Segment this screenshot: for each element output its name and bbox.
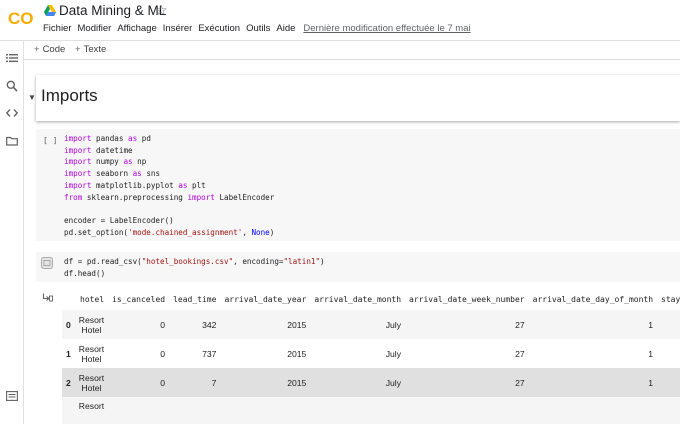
notebook-title[interactable]: Data Mining & ML	[59, 3, 166, 18]
collapse-section-icon[interactable]: ▼	[28, 93, 36, 102]
cell-lead-time: 737	[202, 348, 217, 359]
cell-month: July	[310, 368, 406, 397]
menu-insert[interactable]: Insérer	[163, 23, 193, 37]
code-line: from sklearn.preprocessing import LabelE…	[64, 192, 275, 202]
cell-year: 2015	[287, 348, 307, 359]
code-line: df = pd.read_csv("hotel_bookings.csv", e…	[64, 257, 325, 266]
colab-logo[interactable]: CO	[8, 8, 36, 28]
table-header-row: hotel is_canceled lead_time arrival_date…	[62, 288, 680, 310]
code-line: import seaborn as sns	[64, 169, 161, 179]
cell-hotel: Resort	[74, 397, 109, 424]
menu-help[interactable]: Aide	[276, 23, 295, 37]
menu-edit[interactable]: Modifier	[78, 23, 112, 37]
cell-day: 1	[648, 348, 654, 359]
code-snippets-icon[interactable]	[6, 107, 18, 119]
cell-hotel: Resort Hotel	[74, 368, 109, 397]
search-icon[interactable]	[6, 80, 18, 92]
run-cell-button[interactable]: [ ]	[43, 136, 57, 145]
folder-icon[interactable]	[6, 135, 18, 147]
left-rail	[0, 41, 24, 424]
code-line: import datetime	[64, 145, 133, 155]
menu-bar: Fichier Modifier Affichage Insérer Exécu…	[43, 23, 471, 37]
cell-hotel: Resort Hotel	[78, 343, 105, 364]
dataframe-output: hotel is_canceled lead_time arrival_date…	[62, 288, 680, 424]
cell-lead-time: 342	[169, 310, 221, 339]
table-row: Resort	[62, 397, 680, 424]
row-index: 2	[62, 368, 75, 397]
menu-view[interactable]: Affichage	[117, 23, 156, 37]
row-index: 1	[66, 348, 71, 359]
code-cell-imports[interactable]: [ ] import pandas as pd import datetime im…	[36, 129, 680, 241]
cell-year: 2015	[220, 310, 311, 339]
add-code-label: Code	[42, 44, 66, 55]
menu-tools[interactable]: Outils	[246, 23, 270, 37]
section-heading: Imports	[41, 86, 98, 105]
cell-year: 2015	[220, 368, 311, 397]
text-cell-imports[interactable]: Imports	[36, 75, 680, 121]
output-menu-icon[interactable]	[42, 293, 53, 303]
code-editor[interactable]: import pandas as pd import datetime import…	[64, 133, 274, 238]
cell-is-canceled: 0	[160, 348, 166, 359]
cell-day: 1	[528, 310, 658, 339]
cell-week: 27	[405, 310, 529, 339]
column-header: arrival_date_week_number	[409, 294, 525, 304]
notebook-content[interactable]: ▼ Imports [ ] import pandas as pd import …	[25, 61, 680, 424]
toolbar: + Code + Texte	[0, 40, 680, 60]
cell-month: July	[385, 348, 402, 359]
column-header: arrival_date_month	[314, 294, 402, 304]
logo-text: CO	[8, 9, 34, 28]
code-line: import numpy as np	[64, 157, 147, 167]
add-text-label: Texte	[83, 44, 107, 55]
code-line: pd.set_option('mode.chained_assignment',…	[64, 227, 275, 237]
code-line: import pandas as pd	[64, 134, 151, 143]
add-code-button[interactable]: + Code	[34, 44, 65, 55]
terminal-icon[interactable]	[6, 391, 18, 401]
cell-hotel: Resort Hotel	[74, 310, 109, 339]
add-text-button[interactable]: + Texte	[75, 44, 106, 55]
cell-is-canceled: 0	[108, 310, 170, 339]
drive-icon[interactable]	[44, 5, 56, 16]
column-header: lead_time	[173, 294, 217, 304]
last-edit-link[interactable]: Dernière modification effectuée le 7 mai	[303, 23, 470, 37]
run-cell-icon[interactable]	[41, 257, 53, 269]
table-row: 0 Resort Hotel 0 342 2015 July 27 1	[62, 310, 680, 339]
header: CO Data Mining & ML ☆ Fichier Modifier A…	[0, 0, 680, 40]
column-header: is_canceled	[112, 294, 166, 304]
cell-month: July	[310, 310, 406, 339]
code-line: import matplotlib.pyplot as plt	[64, 180, 206, 190]
menu-runtime[interactable]: Exécution	[198, 23, 240, 37]
plus-icon: +	[34, 44, 40, 55]
code-editor[interactable]: df = pd.read_csv("hotel_bookings.csv", e…	[64, 256, 325, 279]
table-row: 2 Resort Hotel 0 7 2015 July 27 1	[62, 368, 680, 397]
toc-icon[interactable]	[6, 52, 18, 64]
cell-day: 1	[528, 368, 658, 397]
cell-week: 27	[405, 368, 529, 397]
code-cell-read-csv[interactable]: df = pd.read_csv("hotel_bookings.csv", e…	[36, 252, 680, 282]
row-index: 0	[62, 310, 75, 339]
row-index	[62, 397, 75, 424]
column-header: hotel	[80, 294, 105, 304]
plus-icon: +	[75, 44, 81, 55]
column-header: arrival_date_day_of_month	[532, 294, 654, 304]
cell-week: 27	[515, 348, 525, 359]
cell-lead-time: 7	[169, 368, 221, 397]
code-line: df.head()	[64, 268, 106, 278]
star-icon[interactable]: ☆	[155, 2, 168, 19]
cell-is-canceled: 0	[108, 368, 170, 397]
column-header	[62, 288, 75, 310]
code-line: encoder = LabelEncoder()	[64, 215, 174, 225]
column-header: stays	[661, 294, 680, 304]
table-row: 1 Resort Hotel 0 737 2015 July 27 1	[62, 339, 680, 368]
column-header: arrival_date_year	[224, 294, 307, 304]
menu-file[interactable]: Fichier	[43, 23, 72, 37]
